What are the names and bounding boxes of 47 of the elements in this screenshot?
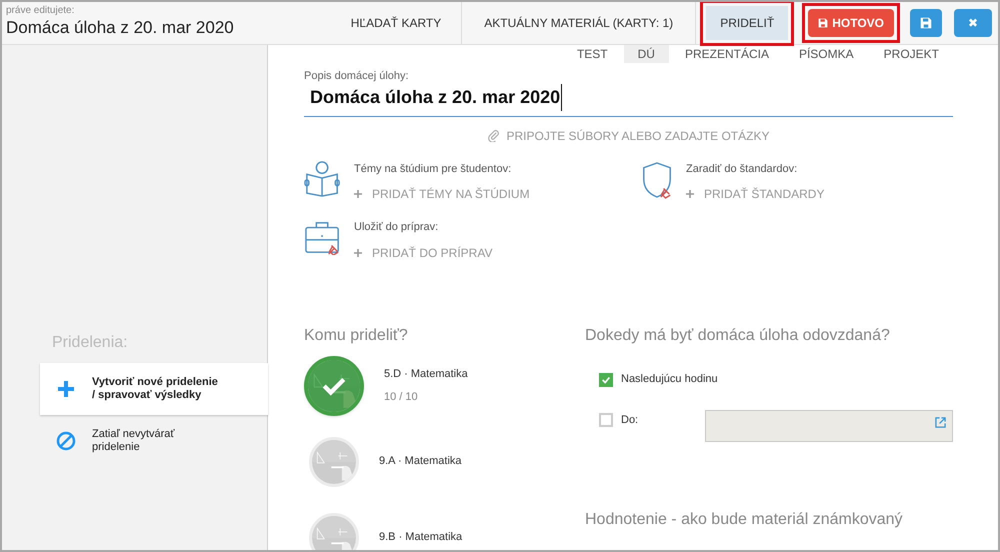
section-heading: Komu prideliť? [304, 326, 409, 346]
field-label: Popis domácej úlohy: [304, 69, 410, 84]
tab[interactable]: PROJEKT [870, 45, 953, 63]
shield-pin-icon [640, 160, 674, 198]
tab[interactable]: TEST [562, 45, 622, 63]
sidebar-item[interactable]: Vytvoriť nové pridelenie / spravovať výsledky [40, 363, 268, 415]
class-avatar[interactable] [304, 356, 364, 416]
toolbar-link[interactable]: HĽADAŤ KARTY [336, 6, 456, 40]
option-label: Do: [621, 412, 638, 428]
plus-icon [56, 379, 76, 399]
tab[interactable]: PREZENTÁCIA [670, 45, 783, 63]
done-button[interactable]: HOTOVO [808, 9, 894, 37]
class-name: 9.B · Matematika [379, 530, 462, 546]
toolbar-link[interactable]: PRIDELIŤ [706, 6, 788, 40]
plus-icon [354, 248, 362, 256]
section-heading: Hodnotenie - ako bude materiál známkovaný [585, 510, 904, 530]
prohibited-icon [56, 431, 76, 451]
section-title: Uložiť do príprav: [354, 220, 440, 235]
save-icon [920, 17, 932, 29]
paperclip-icon [488, 129, 499, 142]
page-title: Domáca úloha z 20. mar 2020 [6, 17, 235, 39]
tab[interactable]: PÍSOMKA [784, 45, 868, 63]
sidebar-item-label: Vytvoriť nové pridelenie / spravovať výsledky [92, 376, 219, 402]
caption: práve editujete: [6, 5, 76, 17]
class-name: 9.A · Matematika [379, 454, 462, 470]
option-label: Nasledujúcu hodinu [621, 372, 718, 388]
date-field[interactable] [705, 410, 953, 442]
save-icon [818, 18, 828, 28]
checkbox[interactable] [599, 412, 613, 427]
save-button[interactable] [910, 9, 942, 37]
sidebar-item[interactable]: Zatiaľ nevytvárať pridelenie [40, 415, 268, 467]
class-count: 10 / 10 [384, 390, 419, 404]
external-link-icon [935, 416, 946, 428]
section-title: Témy na štúdium pre študentov: [354, 162, 512, 176]
plus-icon [686, 190, 694, 198]
description-field[interactable]: Domáca úloha z 20. mar 2020 [304, 84, 953, 116]
tab[interactable]: DÚ [624, 45, 669, 63]
briefcase-pin-icon [304, 219, 342, 255]
plus-icon [354, 190, 362, 198]
section-title: Zaradiť do štandardov: [686, 162, 798, 176]
checkbox[interactable] [599, 372, 613, 386]
section-heading: Dokedy má byť domáca úloha odovzdaná? [585, 326, 891, 346]
toolbar-link[interactable]: AKTUÁLNY MATERIÁL (KARTY: 1) [470, 6, 688, 40]
reading-person-icon [304, 160, 342, 196]
class-name: 5.D · Matematika [384, 367, 468, 382]
sidebar-item-label: Zatiaľ nevytvárať pridelenie [92, 428, 176, 454]
check-icon [601, 374, 611, 384]
